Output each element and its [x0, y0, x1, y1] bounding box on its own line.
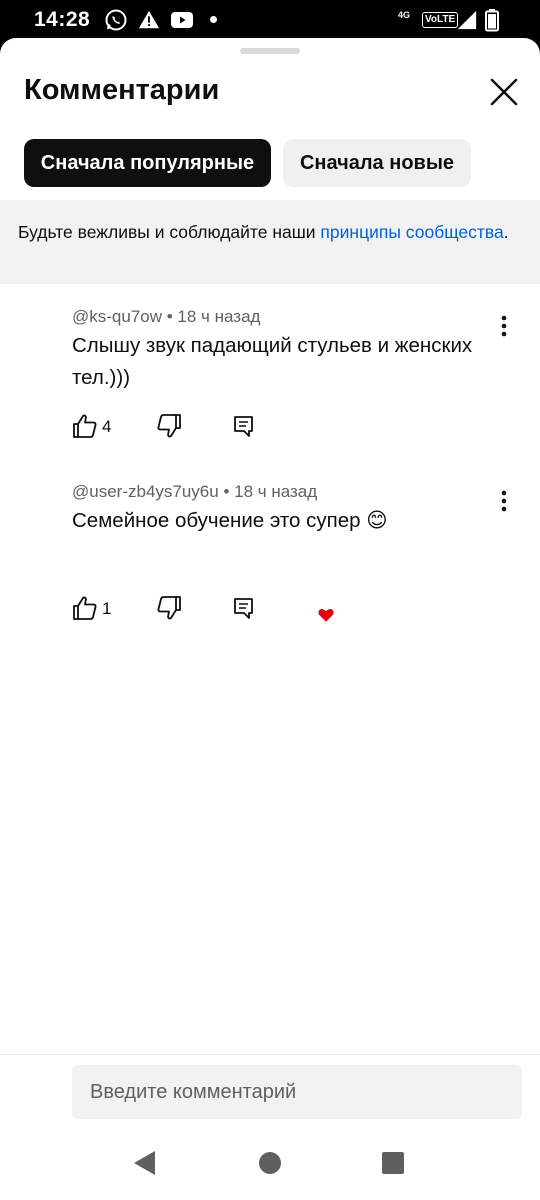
comment-item: @ks-qu7ow • 18 ч назад Слышу звук падающ…: [0, 300, 540, 460]
drag-handle[interactable]: [240, 48, 300, 54]
input-divider: [0, 1054, 540, 1055]
comments-sheet: Комментарии Сначала популярные Сначала н…: [0, 38, 540, 1200]
like-icon[interactable]: [71, 412, 99, 440]
recents-icon[interactable]: [381, 1150, 405, 1176]
comment-time: 18 ч назад: [234, 482, 318, 501]
close-icon[interactable]: [484, 72, 524, 112]
more-options-icon[interactable]: [490, 310, 518, 342]
notice-end: .: [503, 222, 509, 242]
comment-text: Семейное обучение это супер 😊: [72, 509, 388, 532]
comment-time: 18 ч назад: [177, 307, 261, 326]
status-time: 14:28: [34, 8, 91, 31]
alert-icon: [138, 10, 160, 29]
comment-meta: @user-zb4ys7uy6u • 18 ч назад: [72, 482, 318, 501]
comment-text: Слышу звук падающий стульев и женских те…: [72, 334, 473, 389]
status-bar: 14:28 4G VoLTE: [0, 0, 540, 40]
signal-icon: [457, 10, 477, 30]
notification-dot-icon: [210, 16, 217, 23]
comment-author[interactable]: @user-zb4ys7uy6u: [72, 482, 219, 501]
reply-icon[interactable]: [230, 412, 258, 440]
back-icon[interactable]: [133, 1150, 157, 1176]
community-guidelines-link[interactable]: принципы сообщества: [320, 222, 503, 242]
like-icon[interactable]: [71, 594, 99, 622]
sort-chip-new[interactable]: Сначала новые: [283, 139, 471, 187]
youtube-icon: [171, 12, 193, 28]
comment-author[interactable]: @ks-qu7ow: [72, 307, 162, 326]
creator-heart-icon: [318, 609, 334, 622]
system-nav-bar: [0, 1120, 540, 1200]
dislike-icon[interactable]: [155, 594, 183, 622]
whatsapp-icon: [105, 9, 127, 31]
volte-badge: VoLTE: [422, 12, 459, 28]
sort-chip-popular[interactable]: Сначала популярные: [24, 139, 271, 187]
comment-item: @user-zb4ys7uy6u • 18 ч назад Семейное о…: [0, 476, 540, 626]
more-options-icon[interactable]: [490, 485, 518, 517]
dislike-icon[interactable]: [155, 412, 183, 440]
home-icon[interactable]: [258, 1150, 282, 1176]
community-notice: Будьте вежливы и соблюдайте наши принцип…: [0, 200, 540, 284]
like-count: 4: [102, 417, 112, 436]
notice-text: Будьте вежливы и соблюдайте наши: [18, 222, 321, 242]
battery-icon: [485, 9, 499, 32]
network-type: 4G: [398, 10, 411, 20]
reply-icon[interactable]: [230, 594, 258, 622]
sheet-title: Комментарии: [24, 74, 220, 106]
comment-input[interactable]: [72, 1065, 522, 1119]
comment-meta: @ks-qu7ow • 18 ч назад: [72, 307, 261, 326]
like-count: 1: [102, 599, 112, 618]
